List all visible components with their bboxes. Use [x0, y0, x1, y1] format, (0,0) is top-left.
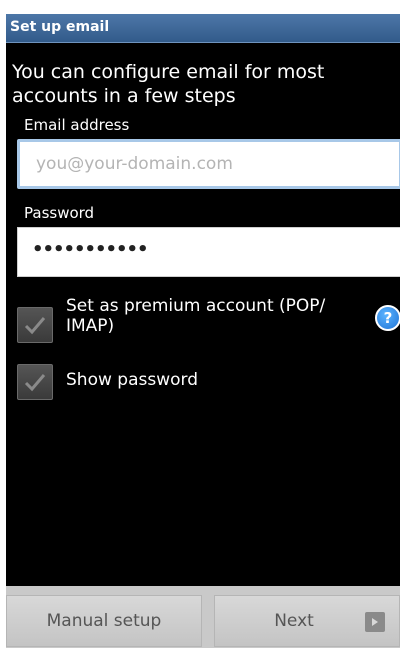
- premium-account-label: Set as premium account (POP/ IMAP): [66, 296, 326, 336]
- screen-title: Set up email: [10, 19, 110, 35]
- checkmark-icon: [24, 374, 46, 392]
- email-label: Email address: [24, 116, 130, 134]
- password-field[interactable]: •••••••••••: [17, 227, 400, 277]
- manual-setup-label: Manual setup: [46, 611, 162, 631]
- next-button[interactable]: Next: [214, 595, 400, 647]
- checkmark-icon: [24, 317, 46, 335]
- manual-setup-button[interactable]: Manual setup: [6, 595, 202, 647]
- email-setup-screen: Set up email You can configure email for…: [6, 14, 400, 648]
- password-label: Password: [24, 204, 95, 222]
- bottom-button-bar: Manual setup Next: [6, 586, 400, 648]
- title-bar: Set up email: [6, 14, 400, 43]
- arrow-right-icon: [365, 612, 385, 632]
- next-label: Next: [274, 611, 314, 631]
- email-field[interactable]: you@your-domain.com: [17, 139, 400, 189]
- help-icon[interactable]: ?: [375, 305, 400, 331]
- premium-account-checkbox[interactable]: [17, 307, 53, 343]
- setup-instructions: You can configure email for most account…: [12, 61, 325, 107]
- email-placeholder: you@your-domain.com: [36, 154, 233, 174]
- show-password-checkbox[interactable]: [17, 364, 53, 400]
- show-password-label: Show password: [66, 370, 198, 390]
- password-value: •••••••••••: [32, 239, 149, 260]
